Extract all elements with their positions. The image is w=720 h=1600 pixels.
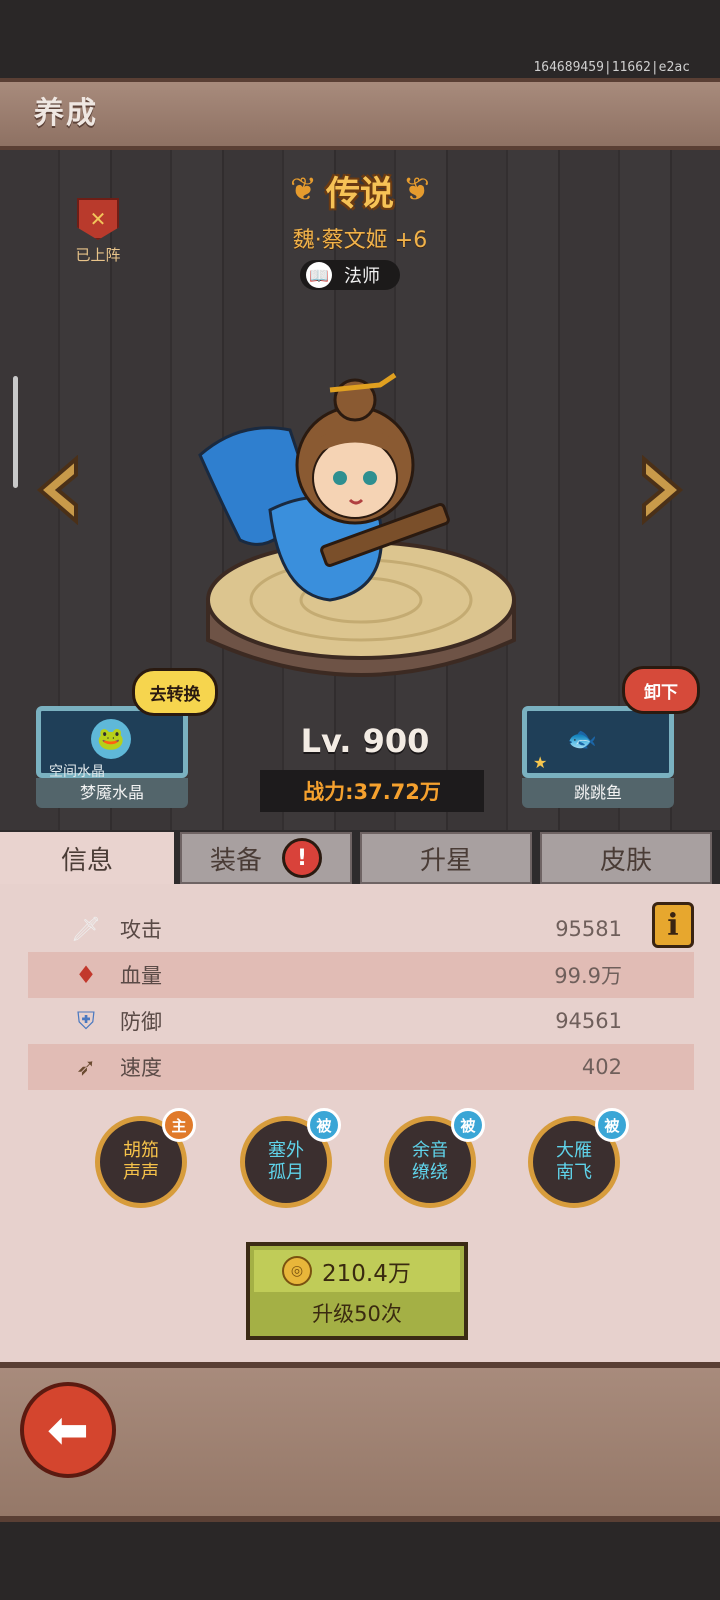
coin-icon: ◎: [282, 1256, 312, 1286]
stat-value: 99.9万: [554, 964, 622, 988]
combat-power: 战力:37.72万: [260, 770, 484, 812]
star-icon: ★: [533, 753, 548, 772]
upgrade-cost-row: ◎ 210.4万: [254, 1250, 460, 1292]
pet-slot: 🐟 ★: [522, 706, 674, 778]
tab-info-label: 信息: [60, 845, 113, 876]
upgrade-cost: 210.4万: [322, 1261, 411, 1287]
info-button[interactable]: i: [652, 902, 694, 948]
crystal-name: 梦魇水晶: [36, 778, 188, 808]
tab-star-up[interactable]: 升星: [360, 832, 532, 884]
book-icon: 📖: [306, 262, 332, 288]
tab-skins-label: 皮肤: [599, 845, 652, 876]
rarity-label: 传说: [326, 174, 394, 214]
next-hero-arrow[interactable]: [636, 454, 688, 526]
hero-class-label: 法师: [344, 266, 380, 287]
boot-icon: ➶: [75, 1053, 97, 1081]
crystal-card[interactable]: 🐸 空间水晶 梦魇水晶: [36, 706, 191, 812]
chevron-left-icon: [36, 454, 78, 526]
laurel-right-icon: ❦: [403, 170, 430, 208]
stat-row-defense: ⛨ 防御 94561: [28, 998, 694, 1044]
chevron-right-icon: [642, 454, 684, 526]
page-title: 养成: [34, 96, 98, 131]
unequip-button[interactable]: 卸下: [622, 666, 700, 714]
sword-icon: 🗡: [70, 915, 102, 943]
hero-level: Lv. 900: [300, 722, 430, 760]
prev-hero-arrow[interactable]: [32, 454, 84, 526]
stat-row-attack: 🗡 攻击 95581: [28, 906, 694, 952]
bottom-strip: [0, 1522, 720, 1600]
skill-name: 大雁 南飞: [556, 1140, 592, 1183]
passive-skill-badge: 被: [307, 1108, 341, 1142]
skill-name: 塞外 孤月: [268, 1140, 304, 1183]
rarity-banner: ❦ 传说 ❦: [290, 166, 430, 218]
hero-name: 魏·蔡文姬 +6: [292, 228, 428, 253]
crystal-frog-icon: 🐸: [91, 719, 131, 759]
shield-icon: ⛨: [77, 1007, 95, 1035]
laurel-left-icon: ❦: [290, 170, 317, 208]
deployed-status: ✕ 已上阵: [68, 198, 128, 265]
pet-card[interactable]: 🐟 ★ 跳跳鱼: [522, 706, 677, 812]
crossed-swords-icon: ✕: [77, 198, 119, 240]
deployed-label: 已上阵: [75, 246, 121, 264]
stat-label: 血量: [120, 964, 162, 988]
fish-icon: 🐟: [567, 725, 597, 753]
active-skill-badge: 主: [162, 1108, 196, 1142]
tab-star-up-label: 升星: [419, 845, 472, 876]
tab-info[interactable]: 信息: [0, 832, 174, 884]
pet-name: 跳跳鱼: [522, 778, 674, 808]
blood-drop-icon: ♦: [75, 961, 97, 989]
upgrade-label: 升级50次: [312, 1302, 402, 1326]
stat-label: 防御: [120, 1010, 162, 1034]
stat-row-hp: ♦ 血量 99.9万: [28, 952, 694, 998]
tab-equipment-label: 装备: [209, 845, 262, 876]
stat-row-speed: ➶ 速度 402: [28, 1044, 694, 1090]
tab-skins[interactable]: 皮肤: [540, 832, 712, 884]
convert-button[interactable]: 去转换: [132, 668, 218, 716]
header-bar: [0, 78, 720, 152]
stat-label: 攻击: [120, 918, 162, 942]
stat-value: 95581: [555, 917, 622, 941]
hero-class-pill: 📖 法师: [300, 260, 400, 290]
alert-icon: !: [282, 838, 322, 878]
build-id: 164689459|11662|e2ac: [533, 60, 690, 75]
skill-name: 余音 缭绕: [412, 1140, 448, 1183]
skill-name: 胡笳 声声: [123, 1140, 159, 1183]
passive-skill-badge: 被: [451, 1108, 485, 1142]
back-arrow-icon: ⬅: [47, 1401, 89, 1459]
upgrade-button[interactable]: ◎ 210.4万 升级50次: [246, 1242, 468, 1340]
scrollbar[interactable]: [13, 376, 18, 488]
tab-equipment[interactable]: 装备!: [180, 832, 352, 884]
passive-skill-badge: 被: [595, 1108, 629, 1142]
back-button[interactable]: ⬅: [20, 1382, 116, 1478]
stat-value: 402: [581, 1055, 622, 1079]
stat-label: 速度: [120, 1056, 162, 1080]
hero-portrait[interactable]: [180, 360, 480, 610]
crystal-slot: 🐸 空间水晶: [36, 706, 188, 780]
stat-value: 94561: [555, 1009, 622, 1033]
